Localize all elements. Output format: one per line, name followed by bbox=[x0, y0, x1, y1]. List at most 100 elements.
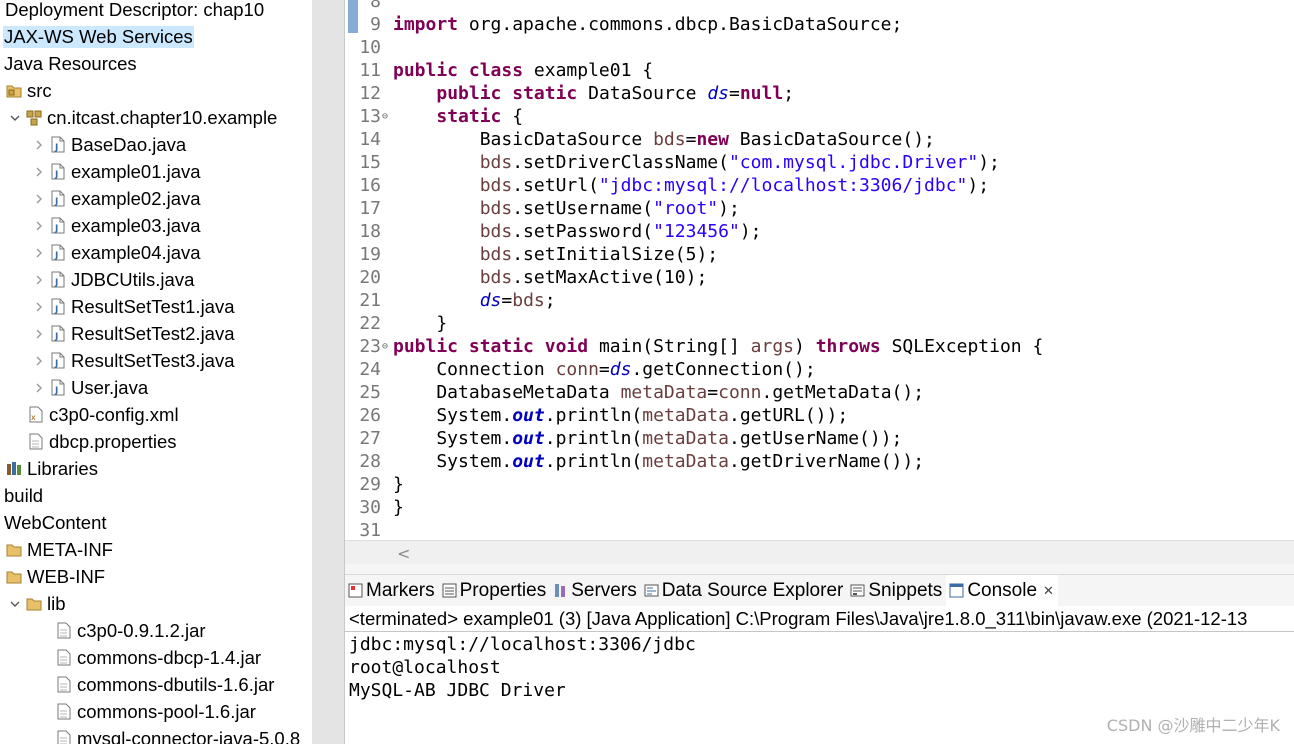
code-line[interactable]: 13 ⊖ static { bbox=[345, 105, 1294, 128]
code-text: } bbox=[393, 473, 404, 496]
code-line[interactable]: 25 DatabaseMetaData metaData=conn.getMet… bbox=[345, 381, 1294, 404]
tree-item-webcontent[interactable]: WebContent bbox=[0, 509, 312, 536]
chevron-right-icon[interactable] bbox=[32, 327, 46, 341]
java-file-icon: J bbox=[50, 217, 66, 235]
code-line[interactable]: 31 bbox=[345, 519, 1294, 540]
chevron-right-icon[interactable] bbox=[32, 219, 46, 233]
code-token: = bbox=[501, 290, 513, 311]
chevron-down-icon[interactable] bbox=[8, 597, 22, 611]
chevron-right-icon[interactable] bbox=[32, 192, 46, 206]
code-token: DatabaseMetaData bbox=[393, 382, 621, 403]
code-line[interactable]: 14 BasicDataSource bds=new BasicDataSour… bbox=[345, 128, 1294, 151]
tree-item-build[interactable]: build bbox=[0, 482, 312, 509]
code-line[interactable]: 18 bds.setPassword("123456"); bbox=[345, 220, 1294, 243]
chevron-right-icon[interactable] bbox=[32, 246, 46, 260]
tree-item-resultsettest1-java[interactable]: J ResultSetTest1.java bbox=[0, 293, 312, 320]
tree-item-mysql-connector-java-5-0-8[interactable]: mysql-connector-java-5.0.8 bbox=[0, 725, 312, 744]
code-line[interactable]: 16 bds.setUrl("jdbc:mysql://localhost:33… bbox=[345, 174, 1294, 197]
chevron-right-icon[interactable] bbox=[32, 138, 46, 152]
chevron-right-icon[interactable] bbox=[32, 165, 46, 179]
code-token: public bbox=[436, 83, 502, 104]
tree-item-src[interactable]: src bbox=[0, 77, 312, 104]
code-line[interactable]: 29} bbox=[345, 473, 1294, 496]
tree-item-label: dbcp.properties bbox=[49, 430, 177, 452]
code-token: SQLException { bbox=[880, 336, 1044, 357]
tree-item-commons-dbutils-1-6-jar[interactable]: commons-dbutils-1.6.jar bbox=[0, 671, 312, 698]
code-line[interactable]: 21 ds=bds; bbox=[345, 289, 1294, 312]
tree-item-example01-java[interactable]: Jexample01.java bbox=[0, 158, 312, 185]
tree-item-example03-java[interactable]: Jexample03.java bbox=[0, 212, 312, 239]
line-number: 20 bbox=[359, 267, 381, 288]
chevron-right-icon[interactable] bbox=[32, 354, 46, 368]
fold-toggle-icon[interactable]: ⊖ bbox=[382, 335, 388, 358]
tree-item-basedao-java[interactable]: J BaseDao.java bbox=[0, 131, 312, 158]
code-line[interactable]: 12 public static DataSource ds=null; bbox=[345, 82, 1294, 105]
chevron-down-icon[interactable] bbox=[8, 111, 22, 125]
line-number: 27 bbox=[359, 428, 381, 449]
code-line[interactable]: 24 Connection conn=ds.getConnection(); bbox=[345, 358, 1294, 381]
tree-item-java-resources[interactable]: Java Resources bbox=[0, 50, 312, 77]
pane-splitter[interactable] bbox=[312, 0, 345, 744]
code-token: .setUsername( bbox=[512, 198, 654, 219]
tree-item-jax-ws-web-services[interactable]: JAX-WS Web Services bbox=[0, 23, 312, 50]
tree-item-c3p0-config-xml[interactable]: x c3p0-config.xml bbox=[0, 401, 312, 428]
code-line[interactable]: 9 import org.apache.commons.dbcp.BasicDat… bbox=[345, 13, 1294, 36]
code-line[interactable]: 11 public class example01 { bbox=[345, 59, 1294, 82]
code-token: "root" bbox=[653, 198, 719, 219]
tab-properties[interactable]: Properties bbox=[439, 575, 551, 607]
code-text: bds.setUrl("jdbc:mysql://localhost:3306/… bbox=[393, 174, 989, 197]
code-line[interactable]: 15 bds.setDriverClassName("com.mysql.jdb… bbox=[345, 151, 1294, 174]
code-line[interactable]: 22 } bbox=[345, 312, 1294, 335]
tree-item-jdbcutils-java[interactable]: J JDBCUtils.java bbox=[0, 266, 312, 293]
java-file-icon: J bbox=[50, 379, 66, 397]
fold-toggle-icon[interactable]: ⊖ bbox=[382, 105, 388, 128]
tab-data-source-explorer[interactable]: Data Source Explorer bbox=[641, 575, 848, 607]
close-icon[interactable]: ✕ bbox=[1043, 583, 1054, 599]
code-line[interactable]: 10 bbox=[345, 36, 1294, 59]
code-line[interactable]: 26 System.out.println(metaData.getURL())… bbox=[345, 404, 1294, 427]
code-token: ); bbox=[739, 221, 762, 242]
tree-item-label: example01.java bbox=[71, 160, 201, 182]
tree-item-deployment-descriptor-chap10[interactable]: Deployment Descriptor: chap10 bbox=[0, 0, 312, 23]
tree-item-web-inf[interactable]: WEB-INF bbox=[0, 563, 312, 590]
tree-item-c3p0-0-9-1-2-jar[interactable]: c3p0-0.9.1.2.jar bbox=[0, 617, 312, 644]
tree-item-label: JDBCUtils.java bbox=[71, 268, 195, 290]
code-line[interactable]: 30} bbox=[345, 496, 1294, 519]
scroll-left-icon[interactable]: < bbox=[397, 544, 410, 563]
svg-text:J: J bbox=[54, 224, 58, 234]
tree-item-commons-dbcp-1-4-jar[interactable]: commons-dbcp-1.4.jar bbox=[0, 644, 312, 671]
code-line[interactable]: 8 bbox=[345, 0, 1294, 13]
tree-item-lib[interactable]: lib bbox=[0, 590, 312, 617]
tree-item-resultsettest3-java[interactable]: J ResultSetTest3.java bbox=[0, 347, 312, 374]
tree-item-example04-java[interactable]: Jexample04.java bbox=[0, 239, 312, 266]
code-line[interactable]: 23 ⊖ public static void main(String[] args… bbox=[345, 335, 1294, 358]
console-line: jdbc:mysql://localhost:3306/jdbc bbox=[349, 634, 696, 655]
chevron-right-icon[interactable] bbox=[32, 273, 46, 287]
tree-item-libraries[interactable]: Libraries bbox=[0, 455, 312, 482]
code-line[interactable]: 28 System.out.println(metaData.getDriver… bbox=[345, 450, 1294, 473]
tree-item-example02-java[interactable]: Jexample02.java bbox=[0, 185, 312, 212]
tree-item-cn-itcast-chapter10-example[interactable]: cn.itcast.chapter10.example bbox=[0, 104, 312, 131]
editor-horizontal-scrollbar[interactable]: < bbox=[345, 540, 1294, 564]
tab-console[interactable]: Console ✕ bbox=[946, 574, 1058, 607]
tree-item-commons-pool-1-6-jar[interactable]: commons-pool-1.6.jar bbox=[0, 698, 312, 725]
code-line[interactable]: 19 bds.setInitialSize(5); bbox=[345, 243, 1294, 266]
code-line[interactable]: 17 bds.setUsername("root"); bbox=[345, 197, 1294, 220]
chevron-right-icon[interactable] bbox=[32, 381, 46, 395]
tree-item-resultsettest2-java[interactable]: J ResultSetTest2.java bbox=[0, 320, 312, 347]
svg-text:J: J bbox=[54, 251, 58, 261]
tab-servers[interactable]: Servers bbox=[550, 575, 640, 607]
code-token: ds bbox=[479, 290, 502, 311]
chevron-right-icon[interactable] bbox=[32, 300, 46, 314]
tab-snippets[interactable]: Snippets bbox=[847, 575, 946, 607]
tab-markers[interactable]: Markers bbox=[345, 575, 439, 607]
tree-item-dbcp-properties[interactable]: dbcp.properties bbox=[0, 428, 312, 455]
code-line[interactable]: 27 System.out.println(metaData.getUserNa… bbox=[345, 427, 1294, 450]
code-editor[interactable]: 8 9 import org.apache.commons.dbcp.BasicDa… bbox=[345, 0, 1294, 540]
code-line[interactable]: 20 bds.setMaxActive(10); bbox=[345, 266, 1294, 289]
console-output[interactable]: CSDN @沙雕中二少年K jdbc:mysql://localhost:330… bbox=[345, 632, 1294, 744]
tree-item-user-java[interactable]: J User.java bbox=[0, 374, 312, 401]
tree-item-meta-inf[interactable]: META-INF bbox=[0, 536, 312, 563]
view-tab-bar: Markers Properties Servers Data Source Expl… bbox=[345, 574, 1294, 607]
svg-text:J: J bbox=[54, 359, 58, 369]
